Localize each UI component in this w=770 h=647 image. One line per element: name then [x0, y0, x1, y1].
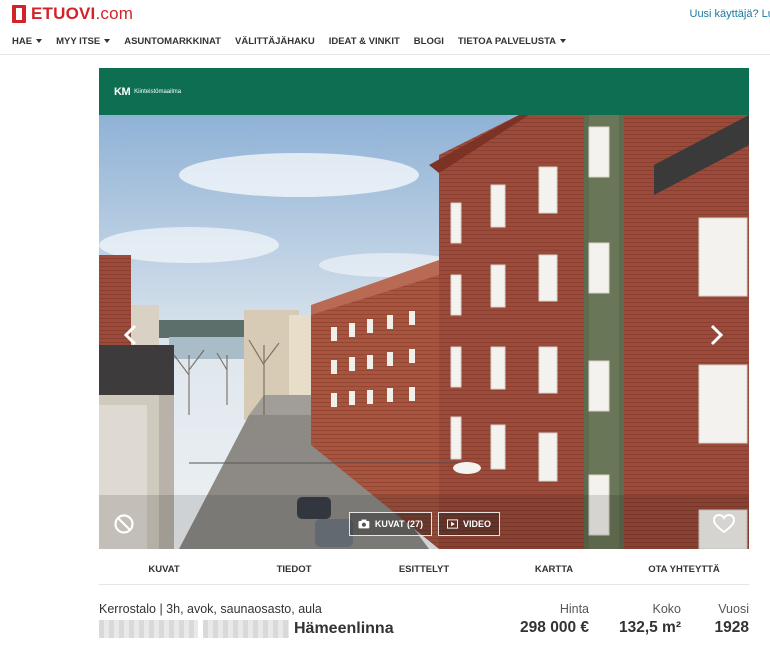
tab-tiedot[interactable]: TIEDOT [229, 560, 359, 584]
listing-city: Hämeenlinna [294, 620, 394, 637]
nav-label: MYY ITSE [56, 35, 101, 47]
nav-label: TIETOA PALVELUSTA [457, 35, 557, 47]
hide-listing-button[interactable] [113, 513, 135, 535]
header-divider [0, 54, 770, 55]
logo-name: ETUOVI [31, 4, 96, 23]
nav-item-tietoa-palvelusta[interactable]: TIETOA PALVELUSTA [457, 34, 567, 48]
door-logo-icon [12, 5, 26, 23]
photos-button[interactable]: KUVAT (27) [349, 512, 432, 536]
redacted-address [99, 620, 198, 638]
price-stat: Hinta 298 000 € [520, 602, 589, 637]
camera-icon [358, 519, 370, 529]
listing-tabs: KUVAT TIEDOT ESITTELYT KARTTA OTA YHTEYT… [99, 560, 749, 584]
listing-gallery: KM Kiinteistömaailma KUVAT (27) VIDEO [99, 68, 749, 549]
logo-text: ETUOVI.com [31, 4, 133, 24]
site-logo[interactable]: ETUOVI.com [12, 4, 133, 24]
agency-name: Kiinteistömaailma [134, 89, 182, 95]
listing-photo[interactable] [99, 115, 749, 549]
play-icon [447, 519, 458, 529]
tab-kuvat[interactable]: KUVAT [99, 560, 229, 584]
caret-down-icon [560, 39, 567, 43]
logo-domain: .com [95, 4, 134, 23]
year-value: 1928 [714, 619, 749, 636]
heart-icon [712, 513, 736, 534]
agency-banner: KM Kiinteistömaailma [99, 68, 749, 115]
nav-item-asuntomarkkinat[interactable]: ASUNTOMARKKINAT [124, 34, 221, 48]
ban-icon [114, 514, 134, 534]
top-bar: ETUOVI.com Uusi käyttäjä? Luo [0, 0, 770, 30]
caret-down-icon [36, 39, 43, 43]
favorite-button[interactable] [712, 513, 736, 534]
main-nav: HAE MYY ITSE ASUNTOMARKKINAT VÄLITTÄJÄHA… [12, 34, 580, 48]
nav-label: HAE [12, 35, 33, 47]
photos-button-label: KUVAT (27) [374, 519, 423, 529]
price-label: Hinta [559, 602, 589, 616]
nav-item-myy-itse[interactable]: MYY ITSE [56, 34, 111, 48]
nav-item-blogi[interactable]: BLOGI [414, 34, 444, 48]
tab-ota-yhteytta[interactable]: OTA YHTEYTTÄ [619, 560, 749, 584]
size-label: Koko [652, 602, 682, 616]
agency-logo: KM Kiinteistömaailma [114, 86, 181, 98]
property-type: Kerrostalo | 3h, avok, saunaosasto, aula [99, 602, 322, 616]
nav-label: BLOGI [413, 35, 444, 47]
previous-photo-button[interactable] [121, 323, 141, 347]
video-button-label: VIDEO [462, 519, 491, 529]
size-stat: Koko 132,5 m² [619, 602, 681, 637]
nav-label: IDEAT & VINKIT [328, 35, 400, 47]
nav-label: ASUNTOMARKKINAT [124, 35, 221, 47]
chevron-left-icon [123, 324, 137, 346]
tabs-divider [99, 584, 749, 585]
nav-item-hae[interactable]: HAE [12, 34, 43, 48]
chevron-right-icon [710, 324, 724, 346]
nav-item-ideat-vinkit[interactable]: IDEAT & VINKIT [329, 34, 400, 48]
register-link[interactable]: Uusi käyttäjä? Luo [690, 8, 770, 20]
price-value: 298 000 € [520, 619, 589, 636]
size-value: 132,5 m² [618, 619, 681, 636]
video-button[interactable]: VIDEO [438, 512, 500, 536]
year-stat: Vuosi 1928 [715, 602, 749, 637]
redacted-district [203, 620, 289, 638]
caret-down-icon [104, 39, 111, 43]
year-label: Vuosi [718, 602, 749, 616]
next-photo-button[interactable] [706, 323, 726, 347]
nav-label: VÄLITTÄJÄHAKU [235, 35, 315, 47]
tab-kartta[interactable]: KARTTA [489, 560, 619, 584]
nav-item-valittajahaku[interactable]: VÄLITTÄJÄHAKU [235, 34, 315, 48]
agency-logo-mark: KM [114, 86, 131, 98]
tab-esittelyt[interactable]: ESITTELYT [359, 560, 489, 584]
